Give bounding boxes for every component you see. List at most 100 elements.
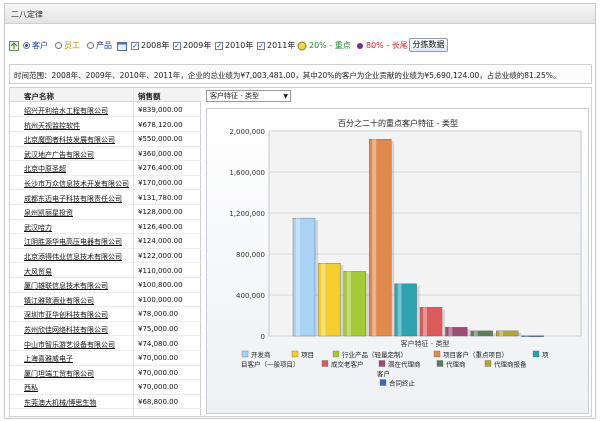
customer-name-link[interactable]: 江阴胜源华电高压电器有限公司 bbox=[24, 237, 122, 247]
customer-name-link[interactable]: 武汉哈力 bbox=[24, 223, 52, 233]
sales-value: ¥550,000.00 bbox=[138, 135, 183, 144]
customer-radio[interactable]: 客户 bbox=[23, 38, 48, 54]
year-2008-checkbox[interactable]: ✓ 2008年 bbox=[131, 38, 169, 54]
employee-radio[interactable]: 员工 bbox=[55, 38, 80, 54]
sales-value: ¥100,800.00 bbox=[138, 281, 183, 290]
sales-value: ¥100,000.00 bbox=[138, 295, 183, 304]
table-row[interactable]: 镇江雅致酒业有限公司 ¥100,000.00 bbox=[10, 293, 201, 308]
table-row[interactable]: 深圳市亚华创科技有限公司 ¥78,000.00 bbox=[10, 307, 201, 322]
year-label: 2008年 bbox=[141, 41, 170, 50]
bar-highlight bbox=[321, 263, 326, 336]
sales-value: ¥74,080.00 bbox=[138, 339, 179, 348]
chart-dimension-select[interactable]: 客户特征 - 类型 ▼ bbox=[206, 90, 291, 102]
table-row[interactable]: 中山市智乐游艺设备有限公司 ¥74,080.00 bbox=[10, 337, 201, 351]
customer-name-link[interactable]: 上海喜雅威电子 bbox=[24, 354, 73, 364]
customer-name-link[interactable]: 镇江雅致酒业有限公司 bbox=[24, 296, 94, 306]
table-row[interactable]: 上海喜雅威电子 ¥70,000.00 bbox=[10, 351, 201, 366]
checkmark-icon: ✓ bbox=[131, 41, 139, 50]
customer-name-link[interactable]: 深圳市亚华创科技有限公司 bbox=[24, 310, 108, 320]
legend-label: 行业产品（轻量定制） bbox=[342, 350, 407, 359]
customer-name-link[interactable]: 北京添得伟业信息技术有限公司 bbox=[24, 252, 122, 262]
legend-swatch bbox=[378, 360, 386, 367]
year-2011-checkbox[interactable]: ✓ 2011年 bbox=[257, 38, 295, 54]
customer-name-link[interactable]: 杭州天视监控软件 bbox=[24, 121, 80, 131]
customer-radio-label: 客户 bbox=[32, 41, 48, 50]
table-row[interactable]: 东莞澳大机械/博思生物 ¥68,800.00 bbox=[10, 395, 201, 410]
window-title: 二八定律 bbox=[11, 10, 43, 19]
customer-name-link[interactable]: 绍兴开利给水工程有限公司 bbox=[24, 106, 108, 116]
main-panel: 客户名称 销售额 绍兴开利给水工程有限公司 ¥839,000.00 杭州天视监控软件… bbox=[9, 87, 592, 417]
customer-name-link[interactable]: 长沙市万众信息技术开发有限公司 bbox=[24, 179, 129, 189]
customer-name-link[interactable]: 东莞澳大机械/博思生物 bbox=[24, 398, 96, 408]
y-tick-label: 400,000 bbox=[236, 292, 265, 300]
customer-name-link[interactable]: 北京中原圣超 bbox=[24, 164, 66, 174]
bar-highlight bbox=[372, 139, 377, 336]
bar-highlight bbox=[296, 218, 300, 336]
table-row[interactable]: 长沙市万众信息技术开发有限公司 ¥170,000.00 bbox=[10, 176, 201, 191]
customer-name-link[interactable]: 厦门雄联信息技术有限公司 bbox=[24, 281, 108, 291]
bar-highlight bbox=[346, 271, 351, 336]
analyze-data-button[interactable]: 分拣数据 bbox=[409, 38, 448, 52]
table-row[interactable]: 杭州天视监控软件 ¥678,120.00 bbox=[10, 118, 201, 132]
y-tick-label: 1,200,000 bbox=[229, 210, 265, 218]
customer-name-link[interactable]: 西私 bbox=[24, 383, 38, 393]
year-2010-checkbox[interactable]: ✓ 2010年 bbox=[215, 38, 253, 54]
table-row[interactable]: 北京添得伟业信息技术有限公司 ¥122,000.00 bbox=[10, 249, 201, 264]
legend-swatch bbox=[436, 360, 444, 367]
legend-label: 合同终止 bbox=[389, 379, 416, 388]
customer-name-link[interactable]: 中山市智乐游艺设备有限公司 bbox=[24, 340, 115, 350]
sales-value: ¥678,120.00 bbox=[138, 120, 183, 129]
bar-highlight bbox=[423, 307, 427, 336]
checkmark-icon: ✓ bbox=[257, 41, 265, 50]
legend-label: 代理商报备 bbox=[494, 360, 527, 369]
y-tick-label: 800,000 bbox=[236, 251, 265, 259]
legend-label: 目客户（一般项目） bbox=[241, 360, 300, 369]
table-row[interactable]: 厦门坦端工贸有限公司 ¥70,000.00 bbox=[10, 366, 201, 381]
year-label: 2009年 bbox=[183, 41, 212, 50]
customer-name-link[interactable]: 大风贸易 bbox=[24, 267, 52, 277]
table-row[interactable]: 成都东迈电子科技有限责任公司 ¥131,780.00 bbox=[10, 191, 201, 205]
sales-value: ¥122,000.00 bbox=[138, 252, 183, 260]
table-row[interactable]: 苏州欣佳网络科技有限公司 ¥75,000.00 bbox=[10, 322, 201, 337]
employee-radio-label: 员工 bbox=[64, 41, 80, 50]
table-row[interactable]: 北京魔图者科技发展有限公司 ¥550,000.00 bbox=[10, 132, 201, 147]
table-row[interactable]: 武汉哈力 ¥126,400.00 bbox=[10, 220, 201, 235]
checkmark-icon: ✓ bbox=[215, 41, 223, 50]
customer-name-link[interactable]: 成都东迈电子科技有限责任公司 bbox=[24, 194, 122, 204]
legend-label: 项 bbox=[542, 351, 549, 359]
table-row[interactable]: 厦门雄联信息技术有限公司 ¥100,800.00 bbox=[10, 278, 201, 293]
range-red-text: 80% - 长尾 bbox=[366, 41, 408, 50]
table-row[interactable]: 北京中原圣超 ¥276,400.00 bbox=[10, 161, 201, 176]
customer-name-link[interactable]: 北京魔图者科技发展有限公司 bbox=[24, 135, 115, 145]
chart-dimension-value: 客户特征 - 类型 bbox=[210, 92, 259, 100]
y-tick-label: 0 bbox=[261, 333, 265, 341]
y-tick-label: 2,000,000 bbox=[229, 128, 265, 136]
customer-name-link[interactable]: 武汉地产广告有限公司 bbox=[24, 150, 94, 160]
sales-value: ¥75,000.00 bbox=[138, 325, 179, 333]
year-2009-checkbox[interactable]: ✓ 2009年 bbox=[173, 38, 211, 54]
sales-value: ¥78,000.00 bbox=[138, 310, 179, 319]
table-row[interactable]: 大风贸易 ¥110,000.00 bbox=[10, 264, 201, 278]
table-row[interactable]: 武汉地产广告有限公司 ¥360,000.00 bbox=[10, 147, 201, 162]
chart-frame: 百分之二十的重点客户特征 - 类型 0 400,000 800,000 1,200,00… bbox=[206, 108, 589, 414]
product-radio[interactable]: 产品 bbox=[87, 38, 112, 54]
filter-toolbar: 客户 员工 产品 ✓ 2008年 ✓ 2009年 ✓ 2010年 ✓ 2011年 20%… bbox=[9, 38, 589, 54]
legend-swatch bbox=[433, 350, 441, 358]
table-row[interactable]: 江阴胜源华电高压电器有限公司 ¥124,000.00 bbox=[10, 234, 201, 249]
table-row[interactable]: 泉州凯丽星投资 ¥128,000.00 bbox=[10, 205, 201, 220]
sales-value: ¥839,000.00 bbox=[138, 106, 183, 114]
table-row[interactable]: 绍兴开利给水工程有限公司 ¥839,000.00 bbox=[10, 103, 201, 118]
legend-swatch bbox=[241, 350, 249, 358]
sales-value: ¥110,000.00 bbox=[138, 266, 183, 275]
year-label: 2011年 bbox=[267, 41, 296, 50]
y-tick-label: 1,600,000 bbox=[229, 169, 265, 177]
table-row[interactable]: 西私 ¥70,000.00 bbox=[10, 380, 201, 395]
column-divider bbox=[133, 88, 134, 416]
refresh-icon[interactable] bbox=[9, 38, 19, 54]
customer-name-link[interactable]: 厦门坦端工贸有限公司 bbox=[24, 369, 94, 379]
sales-value: ¥126,400.00 bbox=[138, 222, 183, 231]
customer-name-link[interactable]: 泉州凯丽星投资 bbox=[24, 208, 73, 218]
legend-label: 开发商 bbox=[251, 350, 271, 359]
customer-name-link[interactable]: 苏州欣佳网络科技有限公司 bbox=[24, 325, 108, 335]
bar-highlight bbox=[448, 327, 453, 336]
